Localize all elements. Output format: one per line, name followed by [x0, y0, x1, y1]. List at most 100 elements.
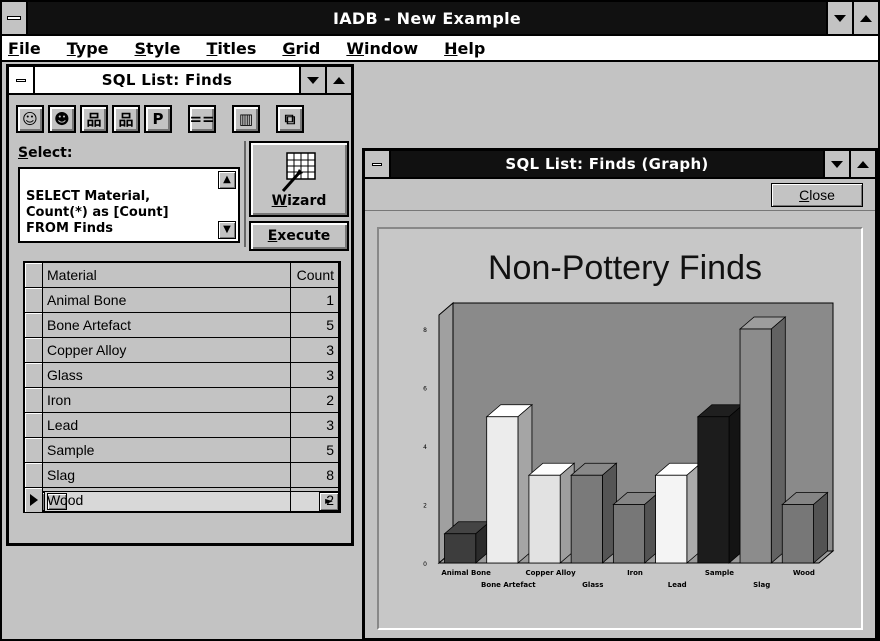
bar-chart-icon: ▥	[238, 110, 254, 128]
hierarchy-button[interactable]: 品	[112, 105, 140, 133]
row-selector[interactable]	[25, 413, 43, 438]
material-cell[interactable]: Slag	[43, 463, 291, 488]
count-cell[interactable]: 2	[291, 388, 339, 413]
print-p-button[interactable]: P	[144, 105, 172, 133]
query-design-button[interactable]: ☺	[16, 105, 44, 133]
close-button[interactable]: Close	[771, 182, 863, 207]
x-tick-label: Lead	[668, 581, 687, 589]
material-cell[interactable]: Wood	[43, 488, 291, 513]
minimize-button[interactable]	[826, 2, 852, 34]
plot-side-wall	[438, 301, 454, 565]
minimize-arrow-icon	[831, 160, 843, 168]
menu-grid[interactable]: Grid	[282, 39, 320, 58]
list-minimize-button[interactable]	[299, 67, 325, 93]
menu-style[interactable]: Style	[135, 39, 181, 58]
grid-row[interactable]: Sample 5	[25, 438, 339, 463]
graph-system-menu-button[interactable]	[365, 151, 391, 177]
list-toolbar: ☺ ☻ 品品 P == ▥ ⧉	[12, 101, 348, 137]
list-system-menu-button[interactable]	[9, 67, 35, 93]
sql-query-textarea[interactable]: SELECT Material, Count(*) as [Count] FRO…	[18, 167, 240, 243]
row-selector[interactable]	[25, 438, 43, 463]
grid-row[interactable]: Slag 8	[25, 463, 339, 488]
current-row-pointer-icon	[29, 494, 38, 506]
count-cell[interactable]: 5	[291, 438, 339, 463]
x-tick-label: Wood	[793, 569, 815, 577]
bar-copper-alloy	[528, 474, 561, 564]
tree-button[interactable]: 品	[80, 105, 108, 133]
sql-query-text: SELECT Material, Count(*) as [Count] FRO…	[26, 189, 169, 236]
system-menu-button[interactable]	[2, 2, 28, 34]
x-tick-label: Sample	[705, 569, 734, 577]
row-selector[interactable]	[25, 288, 43, 313]
y-tick-label: 0	[423, 561, 427, 568]
grid-row[interactable]: Iron 2	[25, 388, 339, 413]
row-selector[interactable]	[25, 338, 43, 363]
graph-window: SQL List: Finds (Graph) Close Non-Potter…	[362, 148, 878, 641]
menu-window[interactable]: Window	[346, 39, 418, 58]
row-selector[interactable]	[25, 263, 43, 288]
material-cell[interactable]: Bone Artefact	[43, 313, 291, 338]
count-cell[interactable]: 3	[291, 363, 339, 388]
count-cell[interactable]: 3	[291, 338, 339, 363]
grid-row[interactable]: Animal Bone 1	[25, 288, 339, 313]
graph-titlebar[interactable]: SQL List: Finds (Graph)	[365, 151, 875, 179]
menu-titles[interactable]: Titles	[206, 39, 256, 58]
material-cell[interactable]: Animal Bone	[43, 288, 291, 313]
bar-chart-button[interactable]: ▥	[232, 105, 260, 133]
wizard-button[interactable]: Wizard	[249, 141, 349, 217]
list-maximize-button[interactable]	[325, 67, 351, 93]
count-cell[interactable]: 5	[291, 313, 339, 338]
grid-row[interactable]: Bone Artefact 5	[25, 313, 339, 338]
bar-wood	[781, 504, 814, 564]
grid-row[interactable]: Glass 3	[25, 363, 339, 388]
count-cell[interactable]: 8	[291, 463, 339, 488]
menu-type[interactable]: Type	[67, 39, 109, 58]
graph-minimize-button[interactable]	[823, 151, 849, 177]
bar-side	[813, 491, 828, 564]
grid-row[interactable]: Copper Alloy 3	[25, 338, 339, 363]
maximize-arrow-icon	[857, 160, 869, 168]
palette-button[interactable]: ☻	[48, 105, 76, 133]
row-selector[interactable]	[25, 313, 43, 338]
bar-slag	[739, 328, 772, 564]
row-selector[interactable]	[25, 488, 43, 513]
system-menu-icon	[7, 16, 21, 20]
app-titlebar[interactable]: IADB - New Example	[2, 2, 878, 36]
row-selector[interactable]	[25, 363, 43, 388]
system-menu-icon	[372, 162, 382, 166]
material-cell[interactable]: Lead	[43, 413, 291, 438]
x-tick-label: Bone Artefact	[481, 581, 536, 589]
count-cell[interactable]: 2	[291, 488, 339, 513]
sql-list-titlebar[interactable]: SQL List: Finds	[9, 67, 351, 95]
results-grid[interactable]: ◄ ► MaterialCountAnimal Bone1Bone Artefa…	[23, 261, 341, 513]
scroll-up-button[interactable]: ▲	[218, 171, 236, 189]
material-cell[interactable]: Copper Alloy	[43, 338, 291, 363]
copy-button[interactable]: ⧉	[276, 105, 304, 133]
menu-file[interactable]: File	[8, 39, 41, 58]
count-cell[interactable]: 3	[291, 413, 339, 438]
grid-row[interactable]: Lead 3	[25, 413, 339, 438]
x-tick-label: Glass	[582, 581, 603, 589]
maximize-arrow-icon	[333, 76, 345, 84]
sql-scrollbar[interactable]: ▲ ▼	[218, 171, 236, 239]
graph-button-bar: Close	[365, 179, 875, 211]
maximize-button[interactable]	[852, 2, 878, 34]
application-window: IADB - New Example File Type Style Titles Gr…	[0, 0, 880, 641]
x-tick-label: Copper Alloy	[525, 569, 576, 577]
chart-panel: Non-Pottery Finds 0 2 4 6 8 Animal Bone Bone Ar…	[377, 227, 863, 630]
material-cell[interactable]: Sample	[43, 438, 291, 463]
execute-button[interactable]: Execute	[249, 221, 349, 251]
equals-button[interactable]: ==	[188, 105, 216, 133]
graph-maximize-button[interactable]	[849, 151, 875, 177]
row-selector[interactable]	[25, 388, 43, 413]
grid-row[interactable]: Wood 2	[25, 488, 339, 513]
header-material: Material	[43, 263, 291, 288]
row-selector[interactable]	[25, 463, 43, 488]
menu-help[interactable]: Help	[444, 39, 485, 58]
system-menu-icon	[16, 78, 26, 82]
material-cell[interactable]: Iron	[43, 388, 291, 413]
sql-list-window: SQL List: Finds ☺ ☻ 品品 P == ▥ ⧉ Select: SELECT…	[6, 64, 354, 546]
scroll-down-button[interactable]: ▼	[218, 221, 236, 239]
material-cell[interactable]: Glass	[43, 363, 291, 388]
count-cell[interactable]: 1	[291, 288, 339, 313]
